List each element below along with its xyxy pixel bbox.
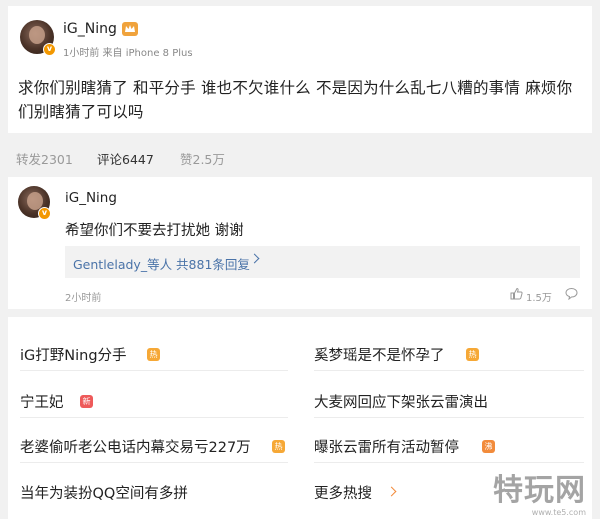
hot-search-label: 宁王妃 [20, 395, 64, 411]
site-watermark-url: www.te5.com [531, 508, 586, 517]
hot-badge: 热 [272, 440, 285, 453]
replies-box[interactable]: Gentlelady_等人 共881条回复 [65, 246, 580, 278]
post-tabs: 转发2301 评论6447 赞2.5万 [16, 140, 600, 174]
post-meta: 1小时前 来自 iPhone 8 Plus [63, 48, 193, 59]
comment-card: v iG_Ning 希望你们不要去打扰她 谢谢 Gentlelady_等人 共8… [8, 177, 592, 309]
chevron-right-icon [386, 486, 397, 497]
hot-search-item[interactable]: 奚梦瑶是不是怀孕了 热 [314, 337, 584, 371]
hot-search-label: 曝张云雷所有活动暂停 [314, 440, 459, 456]
replies-link[interactable]: Gentlelady_等人 共881条回复 [73, 254, 250, 273]
new-badge: 新 [80, 395, 93, 408]
weibo-post: v iG_Ning 1小时前 来自 iPhone 8 Plus 求你们别瞎猜了 … [8, 6, 592, 133]
hot-search-label: 奚梦瑶是不是怀孕了 [314, 348, 445, 364]
boil-badge: 沸 [482, 440, 495, 453]
hot-search-item[interactable]: 大麦网回应下架张云雷演出 [314, 384, 584, 418]
tab-repost[interactable]: 转发2301 [16, 149, 73, 168]
comment-text: 希望你们不要去打扰她 谢谢 [65, 223, 244, 239]
vip-crown-icon [122, 22, 138, 36]
like-count: 1.5万 [526, 293, 552, 304]
hot-search-label: 大麦网回应下架张云雷演出 [314, 395, 488, 411]
verified-badge-icon: v [38, 207, 51, 220]
chevron-right-icon [249, 253, 260, 264]
tab-likes[interactable]: 赞2.5万 [180, 149, 225, 168]
comment-reply-icon[interactable] [565, 287, 578, 300]
post-text: 求你们别瞎猜了 和平分手 谁也不欠谁什么 不是因为什么乱七八糟的事情 麻烦你们别… [18, 79, 573, 121]
more-hot-search-label: 更多热搜 [314, 486, 372, 502]
hot-search-item[interactable]: iG打野Ning分手 热 [20, 337, 288, 371]
hot-search-label: iG打野Ning分手 [20, 348, 127, 364]
hot-badge: 热 [466, 348, 479, 361]
hot-badge: 热 [147, 348, 160, 361]
hot-search-item[interactable]: 宁王妃 新 [20, 384, 288, 418]
tab-comments[interactable]: 评论6447 [97, 149, 154, 168]
comment-username[interactable]: iG_Ning [65, 190, 117, 206]
hot-search-item[interactable]: 曝张云雷所有活动暂停 沸 [314, 429, 584, 463]
thumbs-up-icon[interactable] [510, 287, 523, 300]
post-username[interactable]: iG_Ning [63, 21, 117, 37]
hot-search-item[interactable]: 当年为装扮QQ空间有多拼 [20, 475, 288, 509]
comment-time: 2小时前 [65, 293, 102, 304]
hot-search-label: 当年为装扮QQ空间有多拼 [20, 486, 188, 502]
verified-badge-icon: v [43, 43, 56, 56]
site-watermark-logo: 特玩网 [493, 473, 586, 508]
hot-search-item[interactable]: 老婆偷听老公电话内幕交易亏227万 热 [20, 429, 288, 463]
hot-search-label: 老婆偷听老公电话内幕交易亏227万 [20, 440, 251, 456]
